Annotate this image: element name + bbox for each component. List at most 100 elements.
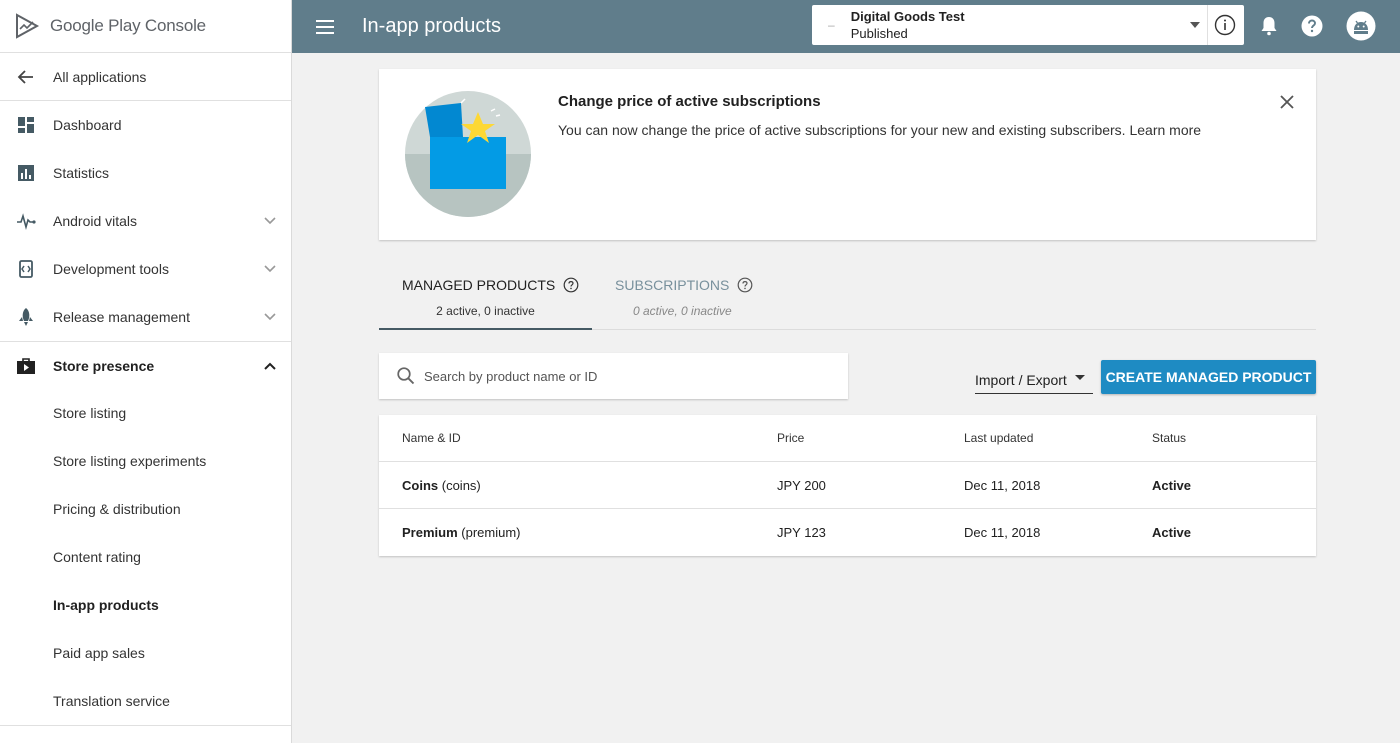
tab-count: 2 active, 0 inactive — [436, 304, 535, 318]
tab-label: MANAGED PRODUCTS — [402, 277, 556, 293]
nav-label: Release management — [53, 309, 190, 325]
arrow-back-icon — [16, 67, 36, 87]
product-last-updated: Dec 11, 2018 — [964, 525, 1041, 540]
sidebar-subitem-in-app-products[interactable]: In-app products — [0, 581, 291, 629]
banner-title: Change price of active subscriptions — [558, 93, 821, 110]
app-selector[interactable]: – Digital Goods Test Published — [812, 5, 1244, 45]
sidebar-subitem-translation-service[interactable]: Translation service — [0, 677, 291, 725]
help-icon[interactable] — [1299, 13, 1325, 39]
brand-name: Google Play Console — [50, 16, 206, 35]
sidebar: Google Play Console All applications Das… — [0, 0, 292, 743]
sidebar-divider — [0, 725, 291, 726]
table-row[interactable]: Coins (coins) JPY 200 Dec 11, 2018 Activ… — [379, 462, 1316, 509]
sidebar-item-dashboard[interactable]: Dashboard — [0, 101, 291, 149]
product-search[interactable] — [379, 353, 848, 399]
chevron-down-icon — [264, 217, 276, 225]
nav-label: All applications — [53, 68, 147, 85]
sidebar-item-release-management[interactable]: Release management — [0, 293, 291, 341]
column-header-price[interactable]: Price — [777, 431, 804, 445]
sidebar-item-development-tools[interactable]: Development tools — [0, 245, 291, 293]
announcement-banner: Change price of active subscriptions You… — [379, 69, 1316, 240]
column-header-last-updated[interactable]: Last updated — [964, 431, 1033, 445]
chevron-up-icon — [264, 362, 276, 370]
help-circle-icon[interactable] — [563, 277, 579, 293]
brand-header[interactable]: Google Play Console — [0, 0, 291, 53]
nav-label: Translation service — [53, 693, 170, 709]
app-selector-text: Digital Goods Test Published — [851, 8, 965, 42]
nav-label: Store listing — [53, 405, 127, 421]
import-export-label: Import / Export — [975, 371, 1067, 388]
nav-label: Store presence — [53, 357, 155, 374]
nav-label: Store listing experiments — [53, 453, 207, 469]
nav-label: Content rating — [53, 549, 141, 565]
app-status: Published — [850, 26, 908, 41]
account-avatar-icon[interactable] — [1346, 11, 1376, 41]
product-status: Active — [1152, 477, 1192, 493]
dropdown-caret-icon[interactable] — [1190, 22, 1200, 28]
tab-managed-products[interactable]: MANAGED PRODUCTS 2 active, 0 inactive — [379, 262, 592, 330]
top-app-bar: In-app products – Digital Goods Test Pub… — [292, 0, 1400, 53]
gift-box-star-illustration — [405, 91, 531, 217]
page-title: In-app products — [362, 15, 501, 37]
product-name: Premium — [402, 525, 458, 540]
product-name: Coins — [402, 477, 439, 493]
close-icon[interactable] — [1278, 93, 1296, 111]
nav-label: Android vitals — [53, 213, 138, 229]
play-console-logo-icon — [16, 13, 40, 39]
nav-label: Development tools — [53, 261, 169, 277]
sidebar-subitem-store-listing[interactable]: Store listing — [0, 389, 291, 437]
import-export-dropdown[interactable]: Import / Export — [975, 366, 1093, 394]
dev-tools-icon — [16, 259, 36, 279]
product-status: Active — [1152, 525, 1192, 540]
app-name: Digital Goods Test — [850, 9, 965, 24]
hamburger-menu-icon[interactable] — [314, 15, 338, 39]
nav-all-applications[interactable]: All applications — [0, 53, 291, 101]
sidebar-item-store-presence[interactable]: Store presence — [0, 341, 291, 389]
nav-label: Pricing & distribution — [53, 501, 181, 517]
rocket-icon — [16, 307, 36, 327]
tab-subscriptions[interactable]: SUBSCRIPTIONS 0 active, 0 inactive — [592, 262, 772, 330]
dashboard-icon — [16, 115, 36, 135]
nav-label: In-app products — [53, 597, 159, 613]
tab-title: MANAGED PRODUCTS — [402, 277, 579, 293]
banner-body-text: You can now change the price of active s… — [558, 122, 1126, 138]
create-managed-product-button[interactable]: CREATE MANAGED PRODUCT — [1101, 360, 1316, 394]
product-id: (premium) — [461, 525, 521, 540]
sidebar-subitem-pricing-distribution[interactable]: Pricing & distribution — [0, 485, 291, 533]
nav-label: Dashboard — [53, 117, 122, 133]
sidebar-subitem-content-rating[interactable]: Content rating — [0, 533, 291, 581]
table-header-row: Name & ID Price Last updated Status — [379, 415, 1316, 462]
app-selector-divider — [1207, 5, 1208, 45]
app-icon-placeholder: – — [828, 18, 835, 32]
products-table: Name & ID Price Last updated Status Coin… — [379, 415, 1316, 556]
product-name-cell: Premium (premium) — [402, 525, 521, 540]
nav-label: Paid app sales — [53, 645, 145, 661]
tab-label: SUBSCRIPTIONS — [615, 277, 730, 293]
column-header-name[interactable]: Name & ID — [402, 431, 461, 445]
vitals-icon — [16, 211, 36, 231]
sidebar-item-android-vitals[interactable]: Android vitals — [0, 197, 291, 245]
banner-body: You can now change the price of active s… — [558, 122, 1201, 138]
tab-title: SUBSCRIPTIONS — [615, 277, 753, 293]
sidebar-subitem-store-listing-experiments[interactable]: Store listing experiments — [0, 437, 291, 485]
product-last-updated: Dec 11, 2018 — [964, 477, 1041, 493]
help-circle-icon[interactable] — [737, 277, 753, 293]
learn-more-link[interactable]: Learn more — [1129, 122, 1201, 138]
chevron-down-icon — [264, 265, 276, 273]
statistics-icon — [16, 163, 36, 183]
dropdown-caret-icon — [1075, 375, 1085, 380]
sidebar-subitem-paid-app-sales[interactable]: Paid app sales — [0, 629, 291, 677]
store-icon — [16, 356, 36, 376]
column-header-status[interactable]: Status — [1152, 431, 1186, 445]
search-icon — [397, 367, 415, 385]
info-icon[interactable] — [1214, 14, 1236, 36]
chevron-down-icon — [264, 313, 276, 321]
sidebar-item-statistics[interactable]: Statistics — [0, 149, 291, 197]
notifications-bell-icon[interactable] — [1256, 13, 1282, 39]
table-row[interactable]: Premium (premium) JPY 123 Dec 11, 2018 A… — [379, 509, 1316, 556]
product-price: JPY 123 — [777, 525, 826, 540]
search-input[interactable] — [424, 368, 824, 384]
product-price: JPY 200 — [777, 477, 826, 493]
product-id: (coins) — [441, 477, 481, 493]
product-tabs: MANAGED PRODUCTS 2 active, 0 inactive SU… — [379, 262, 1316, 330]
